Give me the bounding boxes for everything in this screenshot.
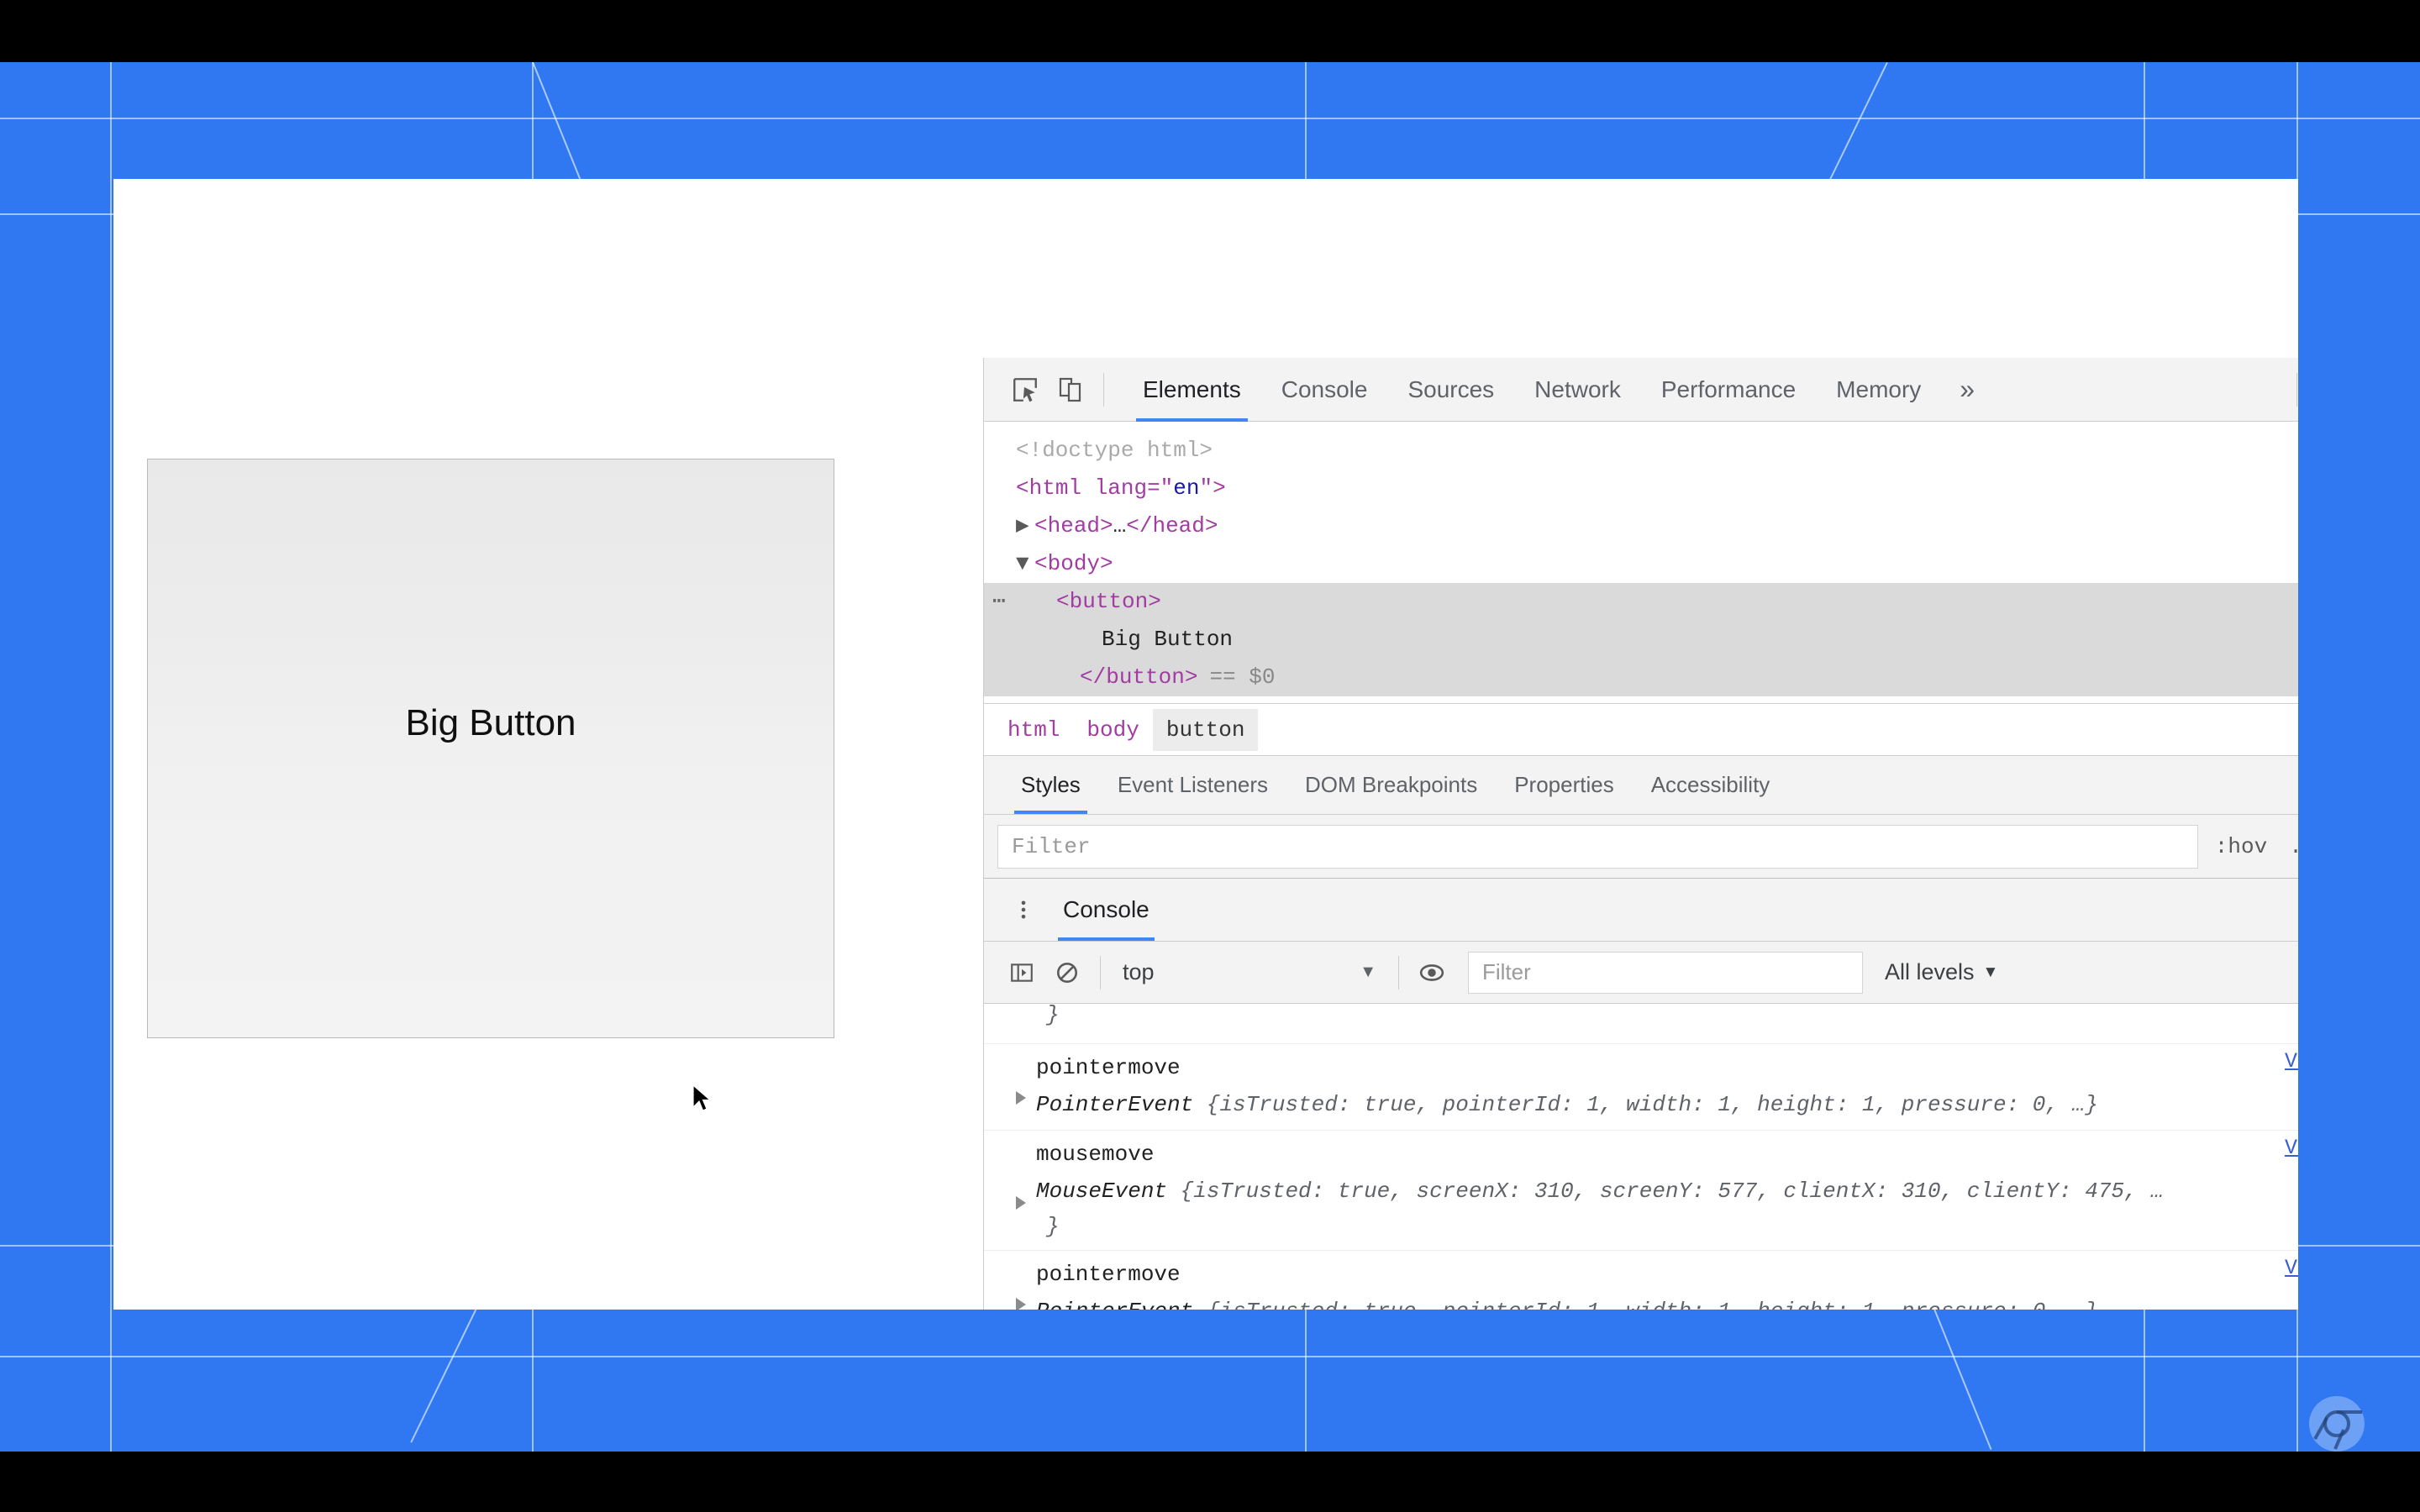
styles-filter-actions: :hov .cls + [2198,830,2298,864]
console-event-name: mousemove [1036,1142,1155,1167]
tab-network[interactable]: Network [1514,358,1641,422]
devtools-tab-bar: Elements Console Sources Network Perform… [1123,358,1993,422]
tab-styles[interactable]: Styles [1002,756,1099,814]
expand-triangle-icon[interactable] [1016,1196,1026,1210]
clear-console-icon[interactable] [1044,950,1090,995]
console-message-list[interactable]: } pointermove PointerEvent {isTrusted: t… [984,1004,2298,1310]
chevron-down-icon: ▼ [1982,963,1999,981]
toggle-hov-button[interactable]: :hov [2215,834,2267,859]
chrome-logo-icon [2307,1394,2367,1452]
expand-triangle-icon[interactable] [1016,1298,1026,1310]
styles-filter-row: Filter :hov .cls + [984,814,2298,878]
tab-dom-breakpoints[interactable]: DOM Breakpoints [1286,756,1496,814]
styles-pane-tab-bar: Styles Event Listeners DOM Breakpoints P… [984,755,2298,814]
tab-accessibility[interactable]: Accessibility [1633,756,1789,814]
devtools-panel: Elements Console Sources Network Perform… [983,358,2298,1310]
console-message[interactable]: pointermove PointerEvent {isTrusted: tru… [984,1044,2298,1131]
tab-elements[interactable]: Elements [1123,358,1261,422]
drawer-header: Console [984,879,2298,942]
console-object-class: MouseEvent [1036,1179,1168,1204]
console-source-link[interactable]: VM411:1 [2285,1136,2298,1160]
kebab-menu-icon[interactable] [1001,887,1046,932]
console-object-preview: PointerEvent {isTrusted: true, pointerId… [984,1293,2298,1310]
console-source-link[interactable]: VM411:1 [2285,1256,2298,1280]
toggle-cls-button[interactable]: .cls [2289,834,2298,859]
console-object-props: {isTrusted: true, screenX: 310, screenY:… [1167,1179,2164,1204]
live-expression-icon[interactable] [1409,950,1455,995]
device-toolbar-icon[interactable] [1048,367,1093,412]
rendered-page: Big Button [113,179,868,1310]
drawer-tab-console[interactable]: Console [1046,879,1166,941]
dom-line-html[interactable]: <html lang="en"> [984,470,2298,507]
execution-context-select[interactable]: top ▼ [1111,953,1388,993]
mouse-pointer-icon [692,1084,713,1113]
dom-tag-body: body [1047,551,1101,576]
breadcrumb: html body button [984,703,2298,755]
breadcrumb-item-body[interactable]: body [1073,709,1152,751]
console-object-props: {isTrusted: true, pointerId: 1, width: 1… [1193,1092,2098,1117]
screen: Big Button Elements Console Sources Netw… [0,0,2420,1512]
devtools-toolbar: Elements Console Sources Network Perform… [984,358,2298,422]
browser-viewport: Big Button Elements Console Sources Netw… [113,179,2298,1310]
log-level-value: All levels [1885,959,1975,984]
dom-selected-node[interactable]: ⋯ <button> Big Button </button> == $0 [984,583,2298,696]
console-event-name: pointermove [1036,1262,1181,1287]
inspect-element-icon[interactable] [1002,367,1048,412]
dom-attr-lang-value: en [1173,475,1200,501]
console-filter-input[interactable]: Filter [1468,951,1863,994]
console-drawer: Console top ▼ Filter All levels ▼} poin… [984,878,2298,1310]
dom-line-body-close[interactable]: </body> [984,696,2298,703]
chevron-down-icon: ▼ [1360,963,1376,981]
console-event-name: pointermove [1036,1055,1181,1080]
toolbar-divider-right [2296,372,2297,407]
tab-console[interactable]: Console [1261,358,1388,422]
expand-arrow-head-icon[interactable]: ▶ [1016,507,1034,545]
tab-sources[interactable]: Sources [1387,358,1514,422]
dom-line-body[interactable]: ▼ <body> [984,545,2298,583]
console-message-brace: } [1046,1214,1060,1239]
expand-triangle-icon[interactable] [1016,1091,1026,1105]
console-message[interactable]: pointermove PointerEvent {isTrusted: tru… [984,1251,2298,1310]
breadcrumb-item-html[interactable]: html [994,709,1073,751]
console-object-props: {isTrusted: true, pointerId: 1, width: 1… [1193,1299,2098,1310]
tab-memory[interactable]: Memory [1816,358,1941,422]
styles-filter-input[interactable]: Filter [997,824,2198,869]
dom-attr-lang: lang [1094,475,1148,501]
dom-selected-ref: == $0 [1209,664,1276,690]
dom-line-head[interactable]: ▶ <head>…</head> [984,507,2298,545]
console-object-preview: PointerEvent {isTrusted: true, pointerId… [984,1086,2298,1123]
dom-line-doctype[interactable]: <!doctype html> [984,432,2298,470]
collapse-arrow-body-icon[interactable]: ▼ [1016,545,1034,583]
dom-tag-head: head [1047,513,1101,538]
toolbar-right-group [2286,367,2298,412]
console-object-class: PointerEvent [1036,1299,1193,1310]
console-message[interactable]: } [984,1004,2298,1044]
big-button[interactable]: Big Button [147,459,834,1038]
dom-tag-html: html [1028,475,1082,501]
console-source-link[interactable]: VM411:1 [2285,1049,2298,1074]
execution-context-value: top [1123,959,1155,984]
dom-tag-button: button [1069,589,1149,614]
breadcrumb-item-button[interactable]: button [1152,708,1259,751]
console-message[interactable]: mousemove MouseEvent {isTrusted: true, s… [984,1131,2298,1251]
log-level-select[interactable]: All levels ▼ [1885,959,1998,985]
more-tabs-button[interactable]: » [1941,358,1993,422]
tab-performance[interactable]: Performance [1641,358,1816,422]
console-toolbar: top ▼ Filter All levels ▼ [984,942,2298,1004]
console-message-brace: } [1046,1004,1060,1027]
dom-badge-dots[interactable]: ⋯ [992,583,1007,621]
tab-event-listeners[interactable]: Event Listeners [1099,756,1286,814]
toolbar-divider [1103,372,1104,407]
console-toolbar-divider-2 [1398,955,1399,990]
console-sidebar-icon[interactable] [999,950,1044,995]
console-object-preview: MouseEvent {isTrusted: true, screenX: 31… [984,1173,2298,1210]
dom-text-node: Big Button [1102,627,1234,652]
console-object-class: PointerEvent [1036,1092,1194,1117]
console-toolbar-divider [1100,955,1101,990]
tab-properties[interactable]: Properties [1496,756,1633,814]
dom-tree[interactable]: <!doctype html> <html lang="en"> ▶ <head>… [984,422,2298,703]
